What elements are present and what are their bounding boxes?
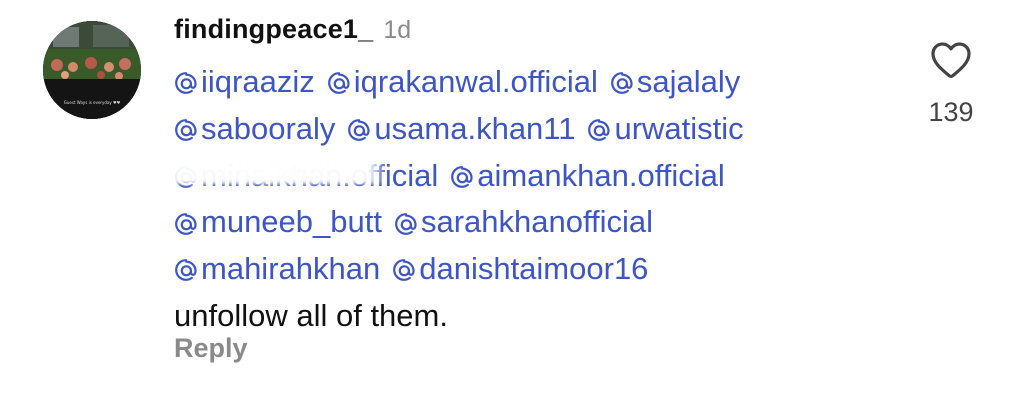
comment: Guest Ways is everyday ♥♥ findingpeace1_…: [0, 0, 1024, 396]
threads-at-icon: [175, 212, 197, 235]
comment-line: mahirahkhan danishtaimoor16: [174, 247, 894, 294]
comment-line: minalkhan.official aimankhan.official: [158, 154, 894, 201]
mention-text: minalkhan.official: [201, 157, 439, 193]
mention-link[interactable]: urwatistic: [587, 107, 744, 152]
mention-text: iqrakanwal.official: [353, 64, 598, 99]
mention-text: muneeb_butt: [201, 204, 382, 240]
comment-text: unfollow all of them.: [174, 297, 448, 333]
mention-text: danishtaimoor16: [419, 251, 649, 286]
threads-at-icon: [175, 165, 197, 188]
mention-text: urwatistic: [614, 110, 744, 146]
comment-header: findingpeace1_ 1d: [174, 14, 411, 48]
threads-at-icon: [395, 212, 417, 235]
mention-link[interactable]: muneeb_butt: [174, 200, 382, 245]
mention-link[interactable]: minalkhan.official: [174, 154, 438, 199]
threads-at-icon: [588, 119, 611, 141]
mention-link[interactable]: aimankhan.official: [450, 154, 725, 199]
comment-line: muneeb_butt sarahkhanofficial: [174, 200, 894, 247]
mention-link[interactable]: mahirahkhan: [174, 247, 380, 292]
comment-body: iiqraaziz iqrakanwal.official sajalaly s…: [158, 60, 894, 338]
mention-text: mahirahkhan: [201, 251, 381, 286]
mention-text: sarahkhanofficial: [420, 204, 654, 240]
mention-link[interactable]: sajalaly: [610, 60, 740, 105]
avatar-caption: Guest Ways is everyday ♥♥: [63, 100, 121, 105]
mention-link[interactable]: danishtaimoor16: [392, 247, 648, 292]
mention-link[interactable]: iiqraaziz: [174, 60, 315, 105]
mention-link[interactable]: usama.khan11: [347, 107, 575, 152]
heart-outline-icon[interactable]: [929, 40, 973, 80]
threads-at-icon: [327, 72, 350, 95]
threads-at-icon: [175, 119, 197, 141]
avatar[interactable]: Guest Ways is everyday ♥♥: [43, 21, 141, 119]
comment-line: iiqraaziz iqrakanwal.official sajalaly: [174, 60, 894, 107]
mention-link[interactable]: sabooraly: [174, 107, 335, 152]
threads-at-icon: [393, 259, 415, 282]
mention-text: sajalaly: [636, 64, 741, 99]
like-section: 139: [920, 40, 982, 128]
threads-at-icon: [175, 259, 197, 282]
mention-text: iiqraaziz: [201, 64, 315, 99]
threads-at-icon: [175, 72, 197, 95]
mention-text: aimankhan.official: [477, 157, 725, 193]
mention-text: sabooraly: [201, 110, 336, 146]
threads-at-icon: [348, 119, 371, 141]
username[interactable]: findingpeace1_: [174, 14, 373, 45]
threads-at-icon: [610, 72, 633, 95]
timestamp: 1d: [383, 16, 412, 44]
reply-button[interactable]: Reply: [174, 333, 248, 364]
threads-at-icon: [451, 165, 473, 188]
mention-link[interactable]: sarahkhanofficial: [394, 200, 653, 245]
like-count: 139: [928, 97, 974, 127]
mention-text: usama.khan11: [374, 110, 576, 146]
mention-link[interactable]: iqrakanwal.official: [327, 60, 598, 105]
comment-line: sabooraly usama.khan11 urwatistic: [174, 107, 894, 154]
